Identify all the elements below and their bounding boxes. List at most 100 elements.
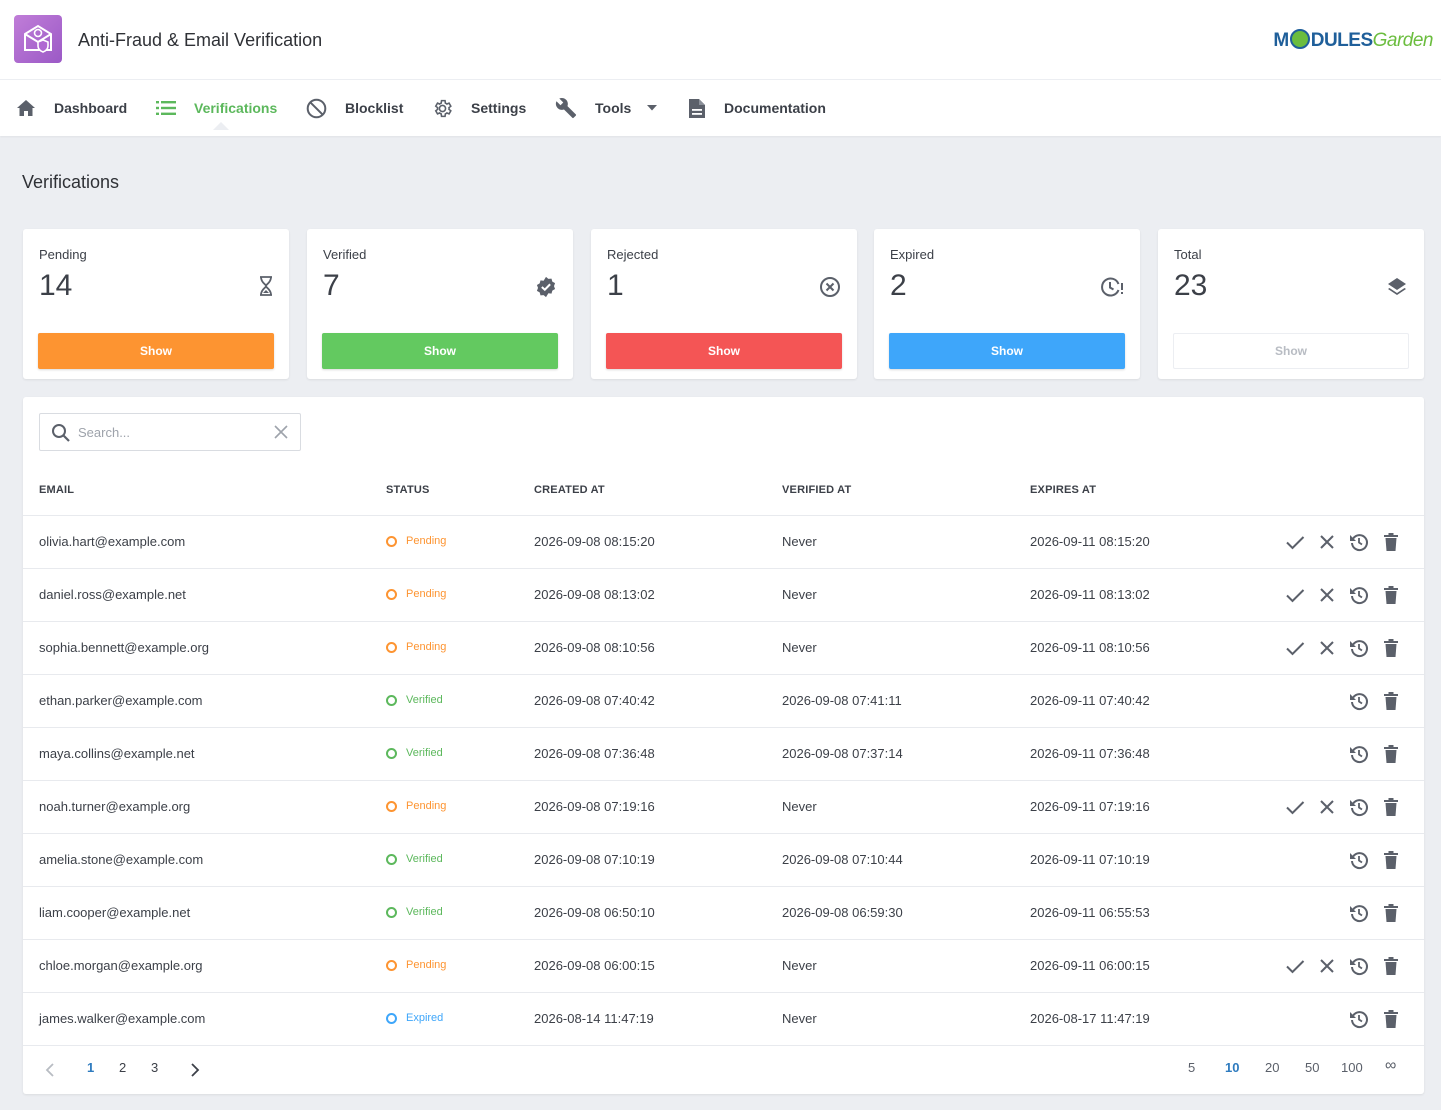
created-at-cell: 2026-09-08 08:10:56 (534, 640, 655, 655)
page-size-10[interactable]: 10 (1225, 1060, 1239, 1075)
widget-count: 1 (607, 269, 624, 302)
column-header-status[interactable]: STATUS (386, 484, 430, 496)
delete-icon[interactable] (1380, 743, 1402, 765)
nav-blocklist[interactable]: Blocklist (306, 80, 403, 136)
reject-icon[interactable] (1316, 531, 1338, 553)
reject-icon[interactable] (1316, 637, 1338, 659)
show-total-button[interactable]: Show (1173, 333, 1409, 369)
email-cell: james.walker@example.com (39, 1011, 206, 1026)
widget-pending: Pending 14 Show (23, 229, 289, 379)
row-actions (1348, 849, 1402, 871)
delete-icon[interactable] (1380, 849, 1402, 871)
delete-icon[interactable] (1380, 955, 1402, 977)
widget-label: Expired (890, 247, 935, 262)
resend-icon[interactable] (1348, 690, 1370, 712)
verified-at-cell: Never (782, 640, 817, 655)
column-header-verified[interactable]: VERIFIED AT (782, 484, 851, 496)
nav-dashboard[interactable]: Dashboard (16, 80, 127, 136)
table-row: maya.collins@example.net Verified 2026-0… (23, 728, 1424, 781)
created-at-cell: 2026-09-08 07:36:48 (534, 746, 655, 761)
status-circle-icon (386, 959, 397, 971)
email-cell: daniel.ross@example.net (39, 587, 186, 602)
approve-icon[interactable] (1284, 955, 1306, 977)
clock-alert-icon (1101, 277, 1123, 297)
app-title: Anti-Fraud & Email Verification (78, 30, 323, 50)
active-nav-indicator (213, 122, 229, 130)
resend-icon[interactable] (1348, 743, 1370, 765)
status-badge: Pending (386, 535, 446, 547)
table-row: james.walker@example.com Expired 2026-08… (23, 993, 1424, 1046)
row-actions (1348, 902, 1402, 924)
nav-dashboard-label: Dashboard (54, 100, 128, 116)
row-actions (1284, 955, 1402, 977)
resend-icon[interactable] (1348, 796, 1370, 818)
expires-at-cell: 2026-09-11 07:10:19 (1030, 852, 1150, 867)
page-size-100[interactable]: 100 (1341, 1060, 1363, 1075)
approve-icon[interactable] (1284, 637, 1306, 659)
resend-icon[interactable] (1348, 955, 1370, 977)
status-label: Verified (406, 853, 443, 865)
show-expired-button[interactable]: Show (889, 333, 1125, 369)
page-size-all[interactable]: ∞ (1385, 1057, 1396, 1075)
page-size-50[interactable]: 50 (1305, 1060, 1319, 1075)
show-pending-button[interactable]: Show (38, 333, 274, 369)
delete-icon[interactable] (1380, 584, 1402, 606)
resend-icon[interactable] (1348, 902, 1370, 924)
verified-at-cell: 2026-09-08 07:41:11 (782, 693, 902, 708)
prev-page-icon[interactable] (45, 1063, 55, 1077)
created-at-cell: 2026-09-08 07:10:19 (534, 852, 655, 867)
widget-count: 23 (1174, 269, 1208, 302)
page-3[interactable]: 3 (151, 1060, 158, 1075)
verified-at-cell: Never (782, 587, 817, 602)
row-actions (1348, 1008, 1402, 1030)
email-cell: maya.collins@example.net (39, 746, 195, 761)
row-actions (1348, 743, 1402, 765)
approve-icon[interactable] (1284, 796, 1306, 818)
resend-icon[interactable] (1348, 637, 1370, 659)
nav-settings[interactable]: Settings (432, 80, 526, 136)
widget-total: Total 23 Show (1158, 229, 1424, 379)
widget-verified: Verified 7 Show (307, 229, 573, 379)
status-circle-icon (386, 535, 397, 547)
delete-icon[interactable] (1380, 1008, 1402, 1030)
created-at-cell: 2026-09-08 07:19:16 (534, 799, 655, 814)
next-page-icon[interactable] (190, 1063, 200, 1077)
page-2[interactable]: 2 (119, 1060, 126, 1075)
nav-tools-label: Tools (595, 100, 632, 116)
layers-icon (1388, 278, 1406, 295)
resend-icon[interactable] (1348, 531, 1370, 553)
resend-icon[interactable] (1348, 584, 1370, 606)
nav-documentation[interactable]: Documentation (688, 80, 826, 136)
page-size-5[interactable]: 5 (1188, 1060, 1195, 1075)
search-box (39, 413, 301, 451)
nav-tools[interactable]: Tools (555, 80, 658, 136)
envelope-shield-icon (24, 24, 52, 53)
column-header-created[interactable]: CREATED AT (534, 484, 605, 496)
delete-icon[interactable] (1380, 902, 1402, 924)
reject-icon[interactable] (1316, 796, 1338, 818)
page-1[interactable]: 1 (87, 1060, 94, 1075)
resend-icon[interactable] (1348, 1008, 1370, 1030)
column-header-expires[interactable]: EXPIRES AT (1030, 484, 1096, 496)
approve-icon[interactable] (1284, 531, 1306, 553)
status-badge: Verified (386, 694, 443, 706)
delete-icon[interactable] (1380, 531, 1402, 553)
status-label: Verified (406, 747, 443, 759)
delete-icon[interactable] (1380, 637, 1402, 659)
reject-icon[interactable] (1316, 955, 1338, 977)
delete-icon[interactable] (1380, 796, 1402, 818)
status-label: Pending (406, 959, 447, 971)
resend-icon[interactable] (1348, 849, 1370, 871)
show-verified-button[interactable]: Show (322, 333, 558, 369)
page-size-20[interactable]: 20 (1265, 1060, 1279, 1075)
reject-icon[interactable] (1316, 584, 1338, 606)
column-header-email[interactable]: EMAIL (39, 484, 74, 496)
approve-icon[interactable] (1284, 584, 1306, 606)
show-rejected-button[interactable]: Show (606, 333, 842, 369)
delete-icon[interactable] (1380, 690, 1402, 712)
expires-at-cell: 2026-09-11 07:36:48 (1030, 746, 1150, 761)
status-label: Pending (406, 588, 447, 600)
widget-count: 7 (323, 269, 340, 302)
search-input[interactable] (78, 422, 268, 442)
clear-search-icon[interactable] (274, 425, 288, 439)
